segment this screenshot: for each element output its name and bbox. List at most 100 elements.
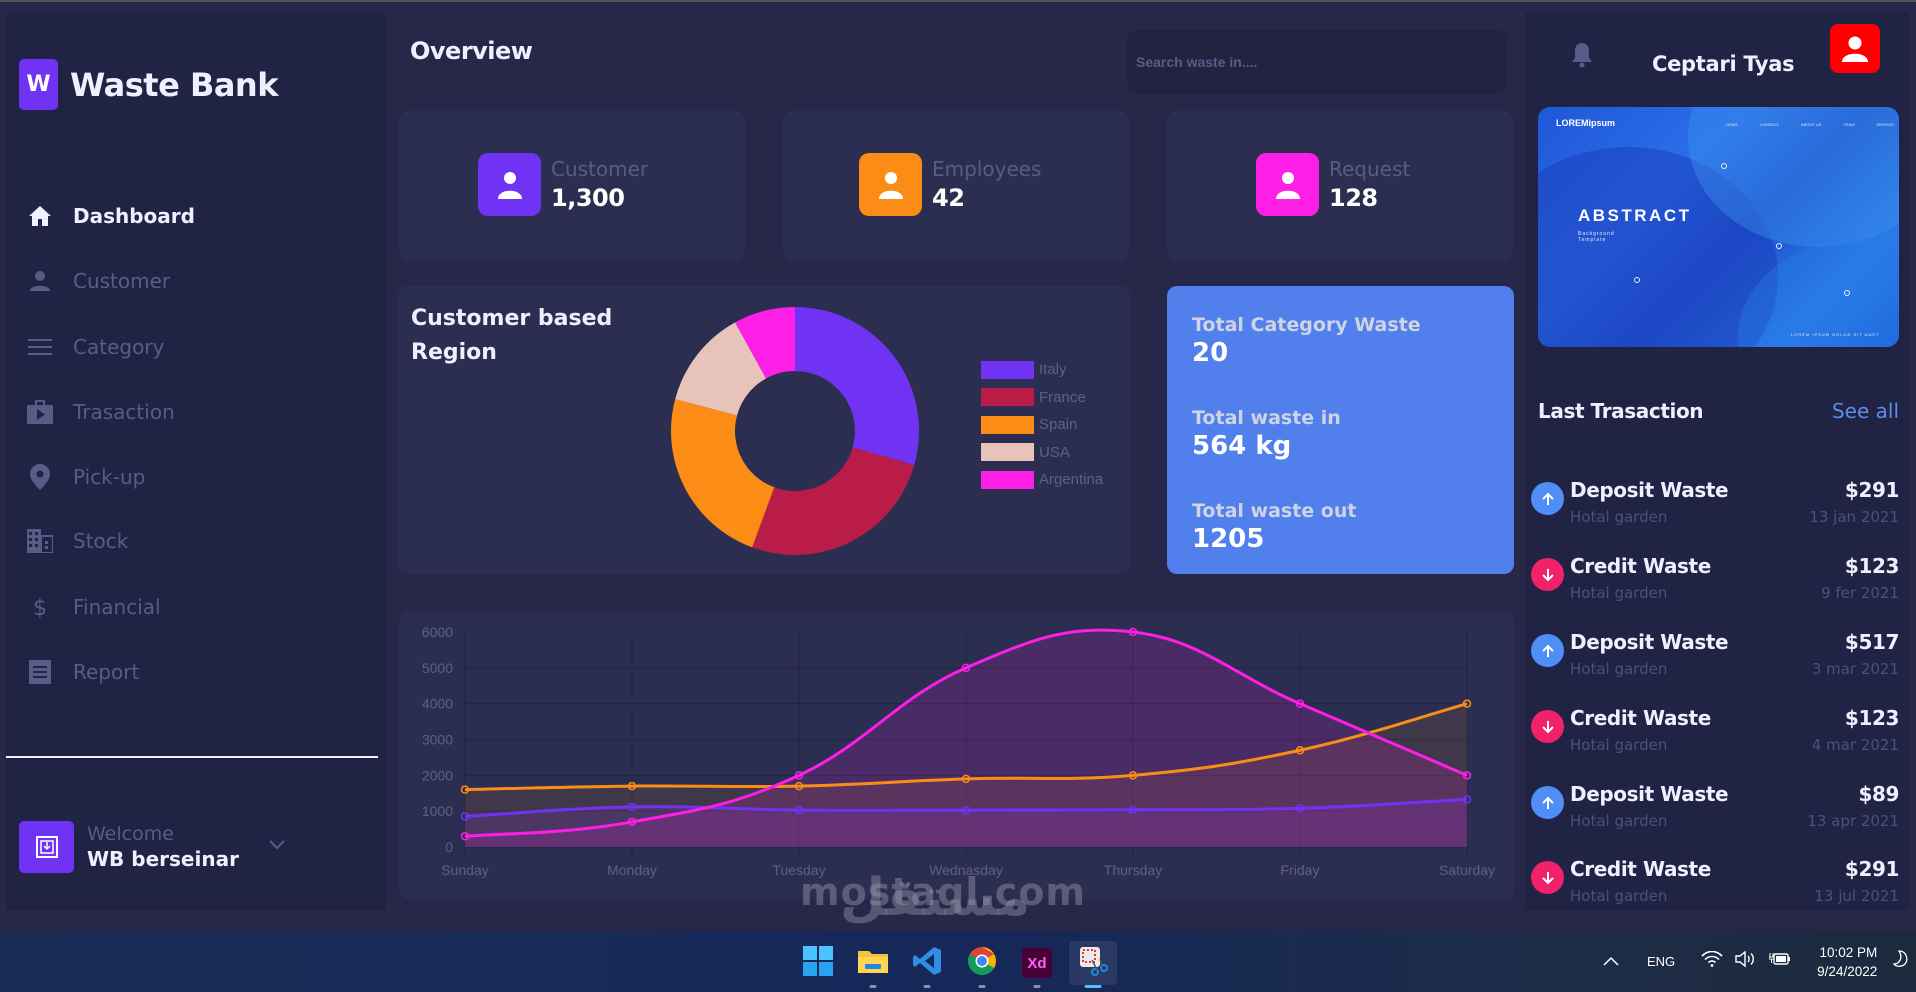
- y-tick-label: 4000: [422, 696, 453, 712]
- transaction-row[interactable]: Credit Waste Hotal garden $123 4 mar 2021: [1531, 706, 1899, 762]
- waste-summary-card: Total Category Waste 20 Total waste in 5…: [1167, 286, 1514, 574]
- page-title: Overview: [410, 37, 533, 65]
- taskbar-file-explorer[interactable]: [851, 941, 895, 988]
- waste-stat-value: 564 kg: [1192, 431, 1292, 461]
- sidebar-item-stock[interactable]: Stock: [26, 521, 356, 561]
- x-tick-label: Sunday: [441, 862, 488, 878]
- battery-charging-icon[interactable]: [1768, 951, 1791, 972]
- transaction-title: Deposit Waste: [1570, 478, 1729, 502]
- wifi-icon[interactable]: [1701, 950, 1723, 972]
- clock[interactable]: 10:02 PM 9/24/2022: [1817, 943, 1877, 981]
- legend-swatch: [981, 388, 1034, 407]
- transaction-date: 13 jul 2021: [1814, 887, 1899, 905]
- x-tick-label: Thursday: [1104, 862, 1162, 878]
- sidebar-item-report[interactable]: Report: [26, 652, 356, 692]
- bell-icon[interactable]: [1570, 42, 1594, 72]
- sidebar-item-dashboard[interactable]: Dashboard: [26, 196, 356, 236]
- y-tick-label: 5000: [422, 660, 453, 676]
- search-input[interactable]: [1127, 30, 1507, 94]
- donut-slice-italy[interactable]: [795, 307, 919, 465]
- y-tick-label: 0: [445, 839, 453, 855]
- window-top-border: [0, 0, 1916, 2]
- x-tick-label: Tuesday: [772, 862, 825, 878]
- sidebar-item-customer[interactable]: Customer: [26, 261, 356, 301]
- waste-stat-category: Total Category Waste 20: [1192, 314, 1421, 368]
- transaction-place: Hotal garden: [1570, 812, 1668, 830]
- volume-icon[interactable]: [1735, 950, 1757, 973]
- vscode-icon: [912, 946, 942, 980]
- transaction-title: Credit Waste: [1570, 857, 1711, 881]
- donut-slice-spain[interactable]: [671, 399, 775, 548]
- chevron-down-icon[interactable]: [269, 835, 285, 854]
- transaction-amount: $89: [1858, 782, 1899, 806]
- banner-menu: HOME CONTACT ABOUT US TEAM SERVICE: [1726, 122, 1895, 127]
- transaction-date: 13 jan 2021: [1809, 508, 1899, 526]
- legend-item[interactable]: Argentina: [981, 466, 1103, 494]
- stat-label: Employees: [932, 157, 1042, 181]
- transaction-amount: $291: [1844, 857, 1899, 881]
- waste-stat-label: Total Category Waste: [1192, 314, 1421, 336]
- language-indicator[interactable]: ENG: [1647, 954, 1675, 969]
- taskbar-adobe-xd[interactable]: Xd: [1015, 941, 1059, 988]
- moon-icon[interactable]: [1893, 950, 1909, 973]
- y-tick-label: 1000: [422, 803, 453, 819]
- arrow-up-icon: [1531, 482, 1564, 515]
- stat-label: Customer: [551, 157, 649, 181]
- person-icon: [478, 153, 541, 216]
- sidebar-item-trasaction[interactable]: Trasaction: [26, 392, 356, 432]
- taskbar-snipping-tool[interactable]: [1069, 941, 1117, 988]
- arrow-down-icon: [1531, 710, 1564, 743]
- transaction-amount: $291: [1844, 478, 1899, 502]
- transaction-place: Hotal garden: [1570, 736, 1668, 754]
- legend-label: Spain: [1039, 416, 1078, 434]
- taskbar-vscode[interactable]: [905, 941, 949, 988]
- transaction-row[interactable]: Credit Waste Hotal garden $123 9 fer 2021: [1531, 554, 1899, 610]
- snipping-tool-icon: [1078, 946, 1108, 980]
- waste-stat-in: Total waste in 564 kg: [1192, 407, 1341, 461]
- legend-item[interactable]: Spain: [981, 411, 1103, 439]
- stat-card-customer: Customer 1,300: [399, 111, 745, 261]
- taskbar-start[interactable]: [796, 941, 840, 985]
- clock-time: 10:02 PM: [1819, 944, 1878, 960]
- logo-badge: W: [19, 59, 58, 110]
- transaction-row[interactable]: Deposit Waste Hotal garden $517 3 mar 2021: [1531, 630, 1899, 686]
- app-logo[interactable]: W Waste Bank: [19, 59, 278, 110]
- promo-banner[interactable]: LOREMipsum HOME CONTACT ABOUT US TEAM SE…: [1538, 107, 1899, 347]
- chart-legend: Italy France Spain USA Argentina: [981, 356, 1103, 494]
- user-badge-icon: [19, 821, 74, 873]
- transaction-place: Hotal garden: [1570, 887, 1668, 905]
- sidebar-item-pick-up[interactable]: Pick-up: [26, 457, 356, 497]
- transaction-row[interactable]: Credit Waste Hotal garden $291 13 jul 2021: [1531, 857, 1899, 913]
- transaction-amount: $123: [1844, 706, 1899, 730]
- legend-label: Argentina: [1039, 471, 1104, 489]
- last-transaction-title: Last Trasaction: [1538, 399, 1704, 423]
- transaction-title: Deposit Waste: [1570, 630, 1729, 654]
- waste-stat-out: Total waste out 1205: [1192, 500, 1356, 554]
- legend-item[interactable]: France: [981, 384, 1103, 412]
- svg-text:$: $: [33, 596, 47, 620]
- legend-label: Italy: [1039, 361, 1067, 379]
- donut-slice-france[interactable]: [752, 447, 915, 555]
- waste-stat-value: 1205: [1192, 524, 1265, 554]
- sidebar-item-label: Trasaction: [73, 400, 175, 424]
- welcome-user-name: WB berseinar: [87, 847, 239, 871]
- transaction-row[interactable]: Deposit Waste Hotal garden $89 13 apr 2021: [1531, 782, 1899, 838]
- weekly-chart-card: 0 1000 2000 3000 4000 5000 6000 Sunday Monday Tue…: [399, 611, 1514, 899]
- donut-chart: [671, 307, 919, 555]
- taskbar-chrome[interactable]: [960, 941, 1004, 988]
- see-all-link[interactable]: See all: [1832, 399, 1899, 423]
- avatar[interactable]: [1830, 24, 1880, 73]
- transaction-date: 9 fer 2021: [1821, 584, 1899, 602]
- chevron-up-icon[interactable]: [1603, 953, 1619, 971]
- legend-label: France: [1039, 388, 1086, 406]
- x-tick-label: Friday: [1281, 862, 1320, 878]
- sidebar-item-category[interactable]: Category: [26, 327, 356, 367]
- legend-item[interactable]: USA: [981, 439, 1103, 467]
- legend-item[interactable]: Italy: [981, 356, 1103, 384]
- user-welcome[interactable]: Welcome WB berseinar: [19, 821, 285, 873]
- stat-value: 1,300: [551, 184, 625, 212]
- transaction-date: 13 apr 2021: [1807, 812, 1899, 830]
- transaction-row[interactable]: Deposit Waste Hotal garden $291 13 jan 2021: [1531, 478, 1899, 534]
- sidebar-item-financial[interactable]: $ Financial: [26, 587, 356, 627]
- banner-headline: ABSTRACT: [1578, 206, 1692, 225]
